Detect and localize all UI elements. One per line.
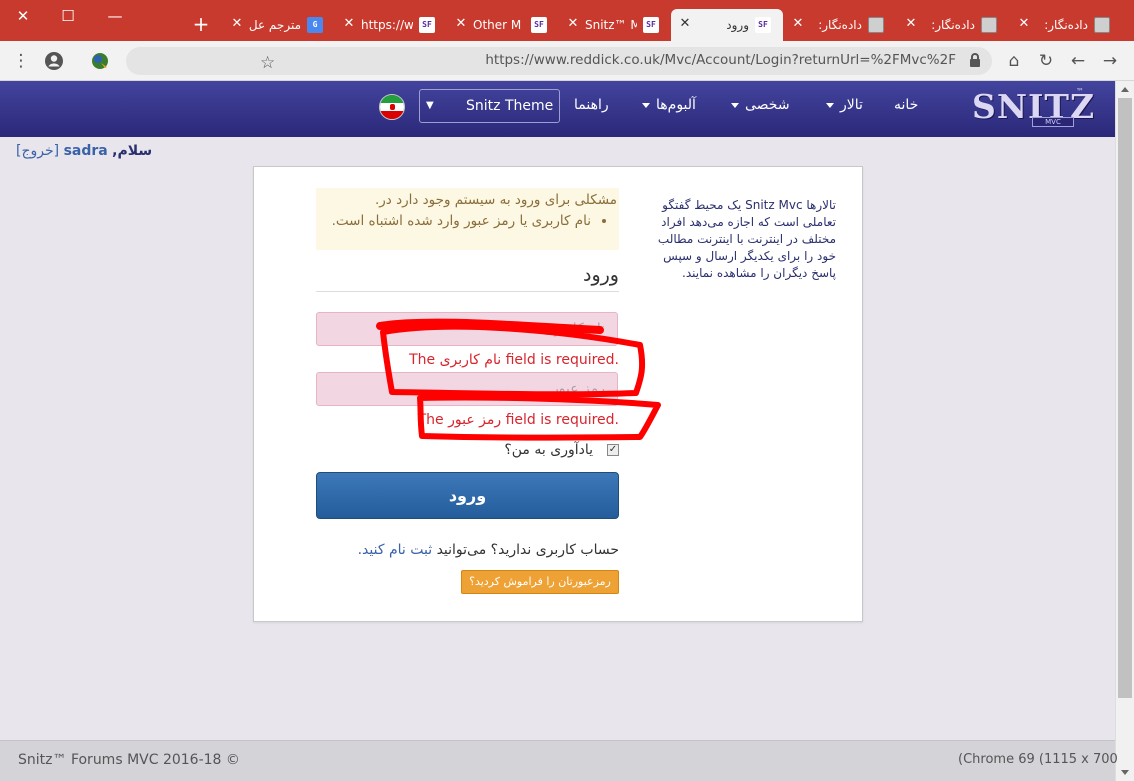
site-navbar: SNITZ MVC ™ خانه تالار شخصی آلبوم‌ها راه… xyxy=(0,81,1115,137)
theme-select-value: Snitz Theme xyxy=(466,98,554,114)
nav-home-link[interactable]: خانه xyxy=(894,97,918,113)
profile-icon[interactable] xyxy=(42,49,66,73)
validation-summary-title: مشکلی برای ورود به سیستم وجود دارد در. xyxy=(374,192,617,208)
address-bar[interactable]: ☆ https://www.reddick.co.uk/Mvc/Account/… xyxy=(126,47,992,75)
remember-me-checkbox[interactable]: ✓ xyxy=(607,444,619,456)
nav-personal-label: شخصی xyxy=(745,97,790,113)
snitz-favicon-icon: SF xyxy=(643,17,659,33)
window-maximize-button[interactable]: ☐ xyxy=(45,2,91,30)
login-button[interactable]: ورود xyxy=(316,472,619,519)
login-card: تالارها Snitz Mvc یک محیط گفتگو تعاملی ا… xyxy=(253,166,863,622)
user-greeting: سلام, sadra [خروج] xyxy=(16,143,152,159)
tab-close-icon[interactable]: ✕ xyxy=(341,16,357,32)
home-icon[interactable]: ⌂ xyxy=(1002,49,1026,73)
nav-help-link[interactable]: راهنما xyxy=(574,97,609,113)
dropdown-arrow-icon: ▼ xyxy=(426,100,434,111)
title-divider xyxy=(316,291,619,292)
tab-title: مترجم عل xyxy=(249,18,301,32)
tab-close-icon[interactable]: ✕ xyxy=(790,16,806,32)
window-close-button[interactable]: ✕ xyxy=(0,2,46,30)
snitz-favicon-icon: SF xyxy=(755,17,771,33)
chevron-down-icon xyxy=(826,102,834,108)
nav-forums-label: تالار xyxy=(840,97,863,113)
bookmark-star-icon[interactable]: ☆ xyxy=(260,53,275,73)
remember-me-label: یادآوری به من؟ xyxy=(504,442,593,458)
register-prompt: حساب کاربری ندارید؟ می‌توانید ثبت نام کن… xyxy=(316,542,619,558)
scroll-up-icon[interactable] xyxy=(1121,87,1129,92)
tab-close-icon[interactable]: ✕ xyxy=(453,16,469,32)
google-translate-favicon-icon: G xyxy=(307,17,323,33)
snitz-favicon-icon: SF xyxy=(531,17,547,33)
password-error: The رمز عبور field is required. xyxy=(417,412,619,428)
username-error: The نام کاربری field is required. xyxy=(409,352,619,368)
footer-system-info: (Chrome 69 (1115 x 700 xyxy=(958,752,1118,767)
browser-tab[interactable]: ✕ مترجم عل G xyxy=(223,9,335,41)
reload-icon[interactable]: ↻ xyxy=(1034,49,1058,73)
browser-tab[interactable]: ✕ دادەنگار: xyxy=(1010,9,1122,41)
tab-close-icon[interactable]: ✕ xyxy=(565,16,581,32)
tab-title: دادەنگار: xyxy=(1044,18,1088,32)
register-text: حساب کاربری ندارید؟ می‌توانید xyxy=(436,542,619,558)
scrollbar-thumb[interactable] xyxy=(1118,98,1132,698)
browser-tab-active[interactable]: ✕ ورود SF xyxy=(671,9,783,41)
tab-close-icon[interactable]: ✕ xyxy=(677,16,693,32)
chevron-down-icon xyxy=(642,102,650,108)
tab-title: Snitz™ M xyxy=(585,18,637,32)
forward-icon[interactable]: → xyxy=(1098,49,1122,73)
tab-title: دادەنگار: xyxy=(931,18,975,32)
image-favicon-icon xyxy=(1094,17,1110,33)
iran-flag-icon[interactable] xyxy=(379,94,405,120)
remember-me[interactable]: ✓ یادآوری به من؟ xyxy=(316,442,619,458)
footer-copyright: Snitz™ Forums MVC 2016-18 © xyxy=(18,752,240,768)
tab-title: Other M xyxy=(473,18,522,32)
greeting-hello: سلام, xyxy=(112,143,153,159)
greeting-username[interactable]: sadra xyxy=(64,143,108,159)
browser-menu-icon[interactable]: ⋮ xyxy=(9,49,33,73)
page-scrollbar[interactable] xyxy=(1115,81,1134,781)
password-input[interactable] xyxy=(316,372,618,406)
nav-albums-label: آلبوم‌ها xyxy=(656,97,696,113)
new-tab-button[interactable]: + xyxy=(188,11,214,37)
username-input[interactable] xyxy=(316,312,618,346)
forgot-password-button[interactable]: رمزعبورتان را فراموش کردید؟ xyxy=(461,570,619,594)
login-title: ورود xyxy=(583,264,619,286)
tab-close-icon[interactable]: ✕ xyxy=(903,16,919,32)
browser-tab[interactable]: ✕ دادەنگار: xyxy=(784,9,896,41)
logo-trademark: ™ xyxy=(1076,87,1084,96)
forum-about-text: تالارها Snitz Mvc یک محیط گفتگو تعاملی ا… xyxy=(657,198,836,280)
theme-select[interactable]: ▼ Snitz Theme xyxy=(419,89,560,123)
nav-personal-menu[interactable]: شخصی xyxy=(731,97,790,113)
browser-tab[interactable]: ✕ Snitz™ M SF xyxy=(559,9,671,41)
logo-subtext: MVC xyxy=(1032,117,1074,127)
register-link[interactable]: ثبت نام کنید. xyxy=(358,542,433,558)
validation-summary-item: نام کاربری یا رمز عبور وارد شده اشتباه ا… xyxy=(322,211,591,232)
snitz-favicon-icon: SF xyxy=(419,17,435,33)
site-footer: Snitz™ Forums MVC 2016-18 © (Chrome 69 (… xyxy=(0,740,1118,781)
browser-tab[interactable]: ✕ https://w SF xyxy=(335,9,447,41)
image-favicon-icon xyxy=(868,17,884,33)
nav-forums-menu[interactable]: تالار xyxy=(826,97,863,113)
address-url[interactable]: https://www.reddick.co.uk/Mvc/Account/Lo… xyxy=(485,52,956,68)
lock-icon[interactable] xyxy=(970,53,980,68)
back-icon[interactable]: ← xyxy=(1066,49,1090,73)
browser-tab[interactable]: ✕ دادەنگار: xyxy=(897,9,1009,41)
snitz-logo[interactable]: SNITZ MVC ™ xyxy=(970,87,1094,129)
browser-tab-strip: ✕ ☐ — + ✕ مترجم عل G ✕ https://w SF ✕ Ot… xyxy=(0,0,1134,41)
image-favicon-icon xyxy=(981,17,997,33)
tab-close-icon[interactable]: ✕ xyxy=(1016,16,1032,32)
tab-title: دادەنگار: xyxy=(818,18,862,32)
tab-close-icon[interactable]: ✕ xyxy=(229,16,245,32)
window-minimize-button[interactable]: — xyxy=(92,2,138,30)
tab-title: https://w xyxy=(361,18,413,32)
browser-toolbar: ⋮ ☆ https://www.reddick.co.uk/Mvc/Accoun… xyxy=(0,41,1134,81)
chevron-down-icon xyxy=(731,102,739,108)
scroll-down-icon[interactable] xyxy=(1121,770,1129,775)
nav-albums-menu[interactable]: آلبوم‌ها xyxy=(642,97,696,113)
extension-icon[interactable] xyxy=(88,49,112,73)
tab-title: ورود xyxy=(726,18,749,32)
validation-summary: مشکلی برای ورود به سیستم وجود دارد در. ن… xyxy=(316,188,619,250)
browser-tab[interactable]: ✕ Other M SF xyxy=(447,9,559,41)
logout-link[interactable]: [خروج] xyxy=(16,143,59,159)
